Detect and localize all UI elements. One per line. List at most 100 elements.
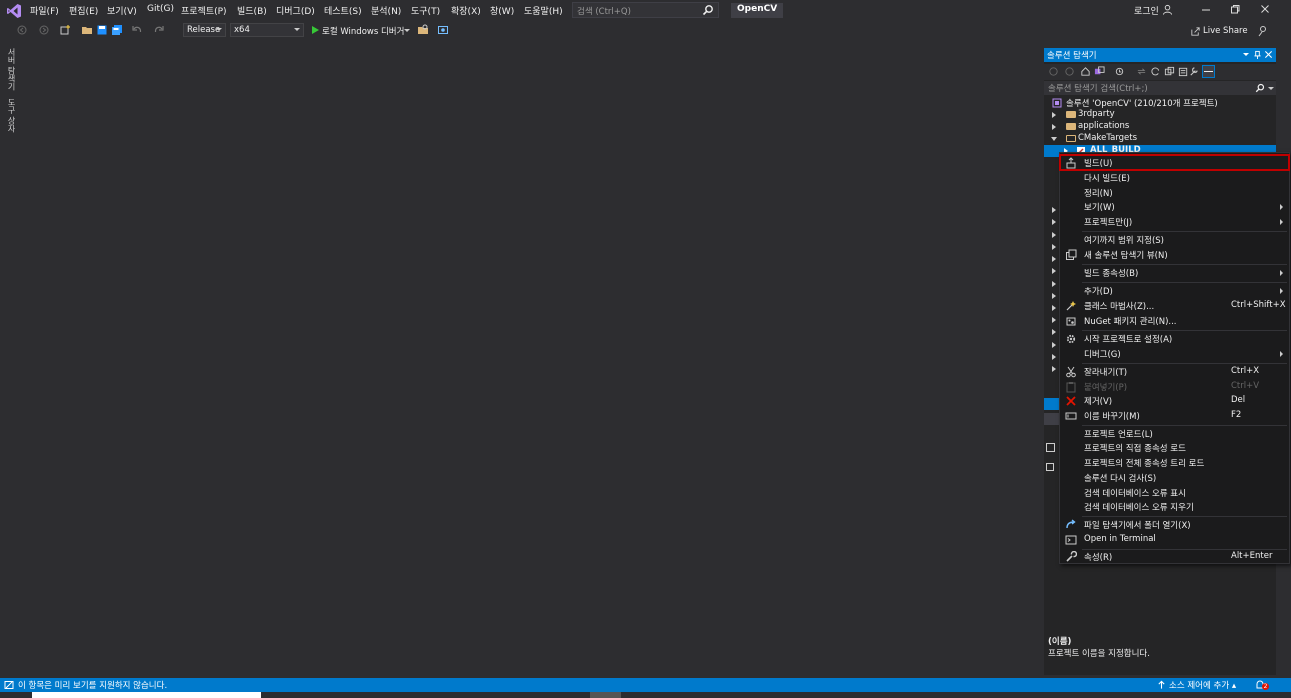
menu-item-load-direct-deps[interactable]: 프로젝트의 직접 종속성 로드 [1060,441,1289,455]
live-share-button[interactable]: Live Share [1203,26,1248,36]
close-icon[interactable] [1264,50,1273,59]
menu-item-load-full-deps[interactable]: 프로젝트의 전체 종속성 트리 로드 [1060,456,1289,470]
add-to-source-control-button[interactable]: 소스 제어에 추가 ▴ [1169,679,1236,691]
expand-arrow-icon[interactable] [1052,366,1056,372]
collapse-group-icon[interactable] [1046,463,1054,471]
minimize-icon[interactable] [1200,3,1212,15]
menu-item-remove[interactable]: 제거(V) Del [1060,394,1289,408]
menu-item-build-dependencies[interactable]: 빌드 종속성(B) [1060,266,1289,280]
home-icon[interactable] [1080,66,1091,77]
expand-arrow-icon[interactable] [1052,244,1056,250]
menu-item-cut[interactable]: 잘라내기(T) Ctrl+X [1060,365,1289,379]
menu-item-clean[interactable]: 정리(N) [1060,186,1289,200]
save-all-icon[interactable] [111,24,123,36]
search-input[interactable]: 검색 (Ctrl+Q) [572,2,719,18]
user-icon[interactable] [1162,4,1173,15]
collapse-arrow-icon[interactable] [1051,137,1057,141]
tab-server-explorer[interactable]: 서버 탐색기 [6,48,17,91]
save-icon[interactable] [96,24,108,36]
expand-arrow-icon[interactable] [1052,207,1056,213]
menu-debug[interactable]: 디버그(D) [276,4,315,17]
menu-item-add[interactable]: 추가(D) [1060,284,1289,298]
new-project-icon[interactable] [59,24,71,36]
chevron-down-icon[interactable] [1268,87,1274,90]
properties-tab-strip[interactable] [1044,398,1060,410]
visual-studio-logo-icon[interactable] [6,3,22,19]
menu-item-open-terminal[interactable]: Open in Terminal [1060,533,1289,547]
solution-explorer-header[interactable]: 솔루션 탐색기 [1044,48,1276,62]
menu-item-nuget[interactable]: NuGet 패키지 관리(N)... [1060,314,1289,328]
menu-git[interactable]: Git(G) [147,4,174,14]
expand-arrow-icon[interactable] [1052,219,1056,225]
forward-icon[interactable] [1064,66,1075,77]
menu-item-clear-db-errors[interactable]: 검색 데이터베이스 오류 지우기 [1060,500,1289,514]
chevron-down-icon[interactable] [1243,53,1249,56]
close-icon[interactable] [1259,3,1271,15]
menu-edit[interactable]: 편집(E) [69,4,98,17]
menu-item-unload-project[interactable]: 프로젝트 언로드(L) [1060,427,1289,441]
menu-view[interactable]: 보기(V) [107,4,137,17]
back-icon[interactable] [1048,66,1059,77]
menu-item-rename[interactable]: 이름 바꾸기(M) F2 [1060,409,1289,423]
login-link[interactable]: 로그인 [1134,4,1159,17]
expand-arrow-icon[interactable] [1052,281,1056,287]
pin-icon[interactable] [1253,50,1262,60]
open-file-icon[interactable] [81,24,93,36]
taskbar-item[interactable] [590,692,621,698]
menu-item-class-wizard[interactable]: 클래스 마법사(Z)... Ctrl+Shift+X [1060,299,1289,313]
tree-item-cmaketargets[interactable]: CMakeTargets [1044,133,1276,145]
expand-arrow-icon[interactable] [1052,305,1056,311]
restore-icon[interactable] [1229,3,1241,15]
expand-arrow-icon[interactable] [1052,293,1056,299]
redo-icon[interactable] [153,24,165,36]
menu-item-rescan-solution[interactable]: 솔루션 다시 검사(S) [1060,471,1289,485]
sync-icon[interactable] [1136,66,1147,77]
live-share-icon[interactable] [1190,26,1201,37]
menu-extensions[interactable]: 확장(X) [451,4,481,17]
menu-item-show-db-errors[interactable]: 검색 데이터베이스 오류 표시 [1060,486,1289,500]
menu-help[interactable]: 도움말(H) [524,4,563,17]
expand-arrow-icon[interactable] [1052,124,1056,130]
tree-solution-node[interactable]: 솔루션 'OpenCV' (210/210개 프로젝트) [1044,97,1276,109]
tree-item-3rdparty[interactable]: 3rdparty [1044,109,1276,121]
expand-arrow-icon[interactable] [1052,232,1056,238]
menu-file[interactable]: 파일(F) [30,4,59,17]
menu-test[interactable]: 테스트(S) [324,4,362,17]
expand-arrow-icon[interactable] [1052,268,1056,274]
properties-icon[interactable] [1188,66,1199,77]
expand-arrow-icon[interactable] [1052,329,1056,335]
expand-arrow-icon[interactable] [1052,342,1056,348]
solution-search-input[interactable]: 솔루션 탐색기 검색(Ctrl+;) [1044,81,1276,95]
start-debugging-icon[interactable] [309,24,321,36]
expand-arrow-icon[interactable] [1052,112,1056,118]
menu-window[interactable]: 창(W) [490,4,514,17]
back-icon[interactable] [16,24,28,36]
menu-item-project-only[interactable]: 프로젝트만(J) [1060,215,1289,229]
menu-item-debug[interactable]: 디버그(G) [1060,347,1289,361]
find-in-files-icon[interactable] [417,24,429,36]
feedback-icon[interactable] [1257,25,1269,37]
expand-arrow-icon[interactable] [1052,354,1056,360]
menu-item-scope-to-this[interactable]: 여기까지 범위 지정(S) [1060,233,1289,247]
refresh-icon[interactable] [1150,66,1161,77]
menu-item-view[interactable]: 보기(W) [1060,200,1289,214]
menu-item-rebuild[interactable]: 다시 빌드(E) [1060,171,1289,185]
taskbar-item[interactable] [32,692,261,698]
collapse-all-icon[interactable] [1164,66,1175,77]
switch-views-icon[interactable] [1094,66,1105,77]
menu-project[interactable]: 프로젝트(P) [181,4,227,17]
menu-analyze[interactable]: 분석(N) [371,4,401,17]
menu-item-new-explorer-view[interactable]: 새 솔루션 탐색기 뷰(N) [1060,248,1289,262]
chevron-down-icon[interactable] [404,29,410,32]
tree-item-applications[interactable]: applications [1044,121,1276,133]
expand-arrow-icon[interactable] [1052,317,1056,323]
tab-toolbox[interactable]: 도구 상자 [6,98,17,133]
menu-build[interactable]: 빌드(B) [237,4,267,17]
menu-tools[interactable]: 도구(T) [411,4,440,17]
undo-icon[interactable] [131,24,143,36]
menu-item-set-startup[interactable]: 시작 프로젝트로 설정(A) [1060,332,1289,346]
pending-changes-filter-icon[interactable] [1114,66,1125,77]
configuration-select[interactable]: Release [183,23,226,37]
start-debugging-button[interactable]: 로컬 Windows 디버거 [322,25,404,37]
expand-arrow-icon[interactable] [1052,256,1056,262]
